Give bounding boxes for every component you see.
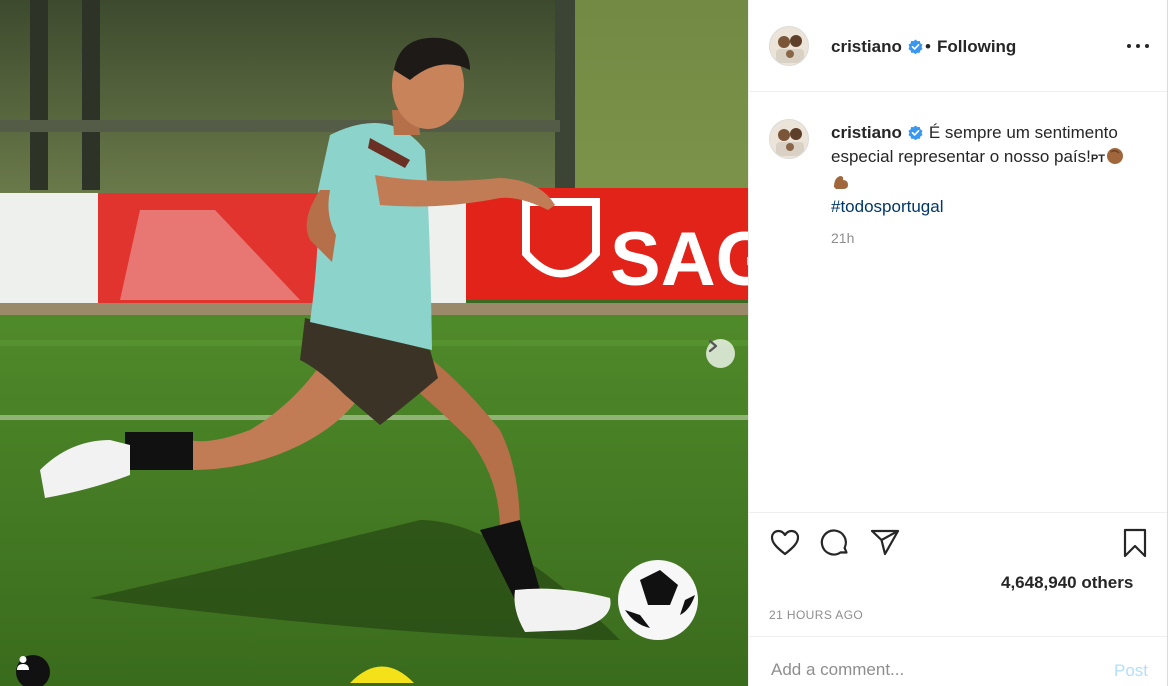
post-timestamp: 21 HOURS AGO [769,608,864,622]
more-dot [1136,44,1140,48]
bookmark-icon[interactable] [1119,527,1151,559]
caption-avatar[interactable] [769,119,809,159]
more-options-icon[interactable] [1127,36,1149,56]
more-dot [1145,44,1149,48]
post-header: cristiano • Following [749,0,1167,92]
heart-icon[interactable] [769,527,801,559]
header-username[interactable]: cristiano [831,37,902,57]
caption-username[interactable]: cristiano [831,123,902,142]
flexed-biceps-icon [834,176,848,189]
avatar-image [770,27,808,65]
chevron-right-icon [708,339,718,353]
post-actions: 4,648,940 others 21 HOURS AGO [749,512,1167,636]
following-button[interactable]: Following [937,37,1016,57]
likes-count[interactable]: 4,648,940 others [1001,573,1133,593]
hashtag-link[interactable]: #todosportugal [831,195,1151,219]
tagged-users-button[interactable] [16,655,50,686]
post-caption: cristiano É sempre um sentimento especia… [831,121,1151,219]
emoji-line [831,171,1151,195]
avatar[interactable] [769,26,809,66]
add-comment-bar: Post [749,636,1167,686]
next-photo-button[interactable] [706,339,735,368]
clapping-hands-icon [1106,148,1123,164]
paper-plane-icon[interactable] [869,527,901,559]
caption-time: 21h [831,230,855,246]
verified-badge-icon [908,125,923,140]
banner-text: SAG [610,217,748,302]
photo-illustration: SAG [0,0,748,686]
comments-list: cristiano É sempre um sentimento especia… [749,92,1167,512]
avatar-image [770,120,808,158]
post-comment-button[interactable]: Post [1114,661,1148,681]
comment-bubble-icon[interactable] [819,527,851,559]
more-dot [1127,44,1131,48]
follow-separator: • [925,37,931,56]
post-photo[interactable]: SAG [0,0,748,686]
comment-input[interactable] [769,659,1093,681]
post-side-panel: cristiano • Following cristiano É sempre… [748,0,1168,686]
verified-badge-icon [908,39,923,54]
flag-pt-text: PT [1090,153,1105,165]
user-tag-icon [17,656,29,670]
